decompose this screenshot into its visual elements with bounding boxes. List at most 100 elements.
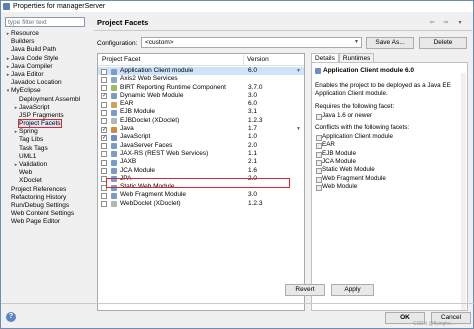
column-divider [243, 55, 244, 65]
tree-item[interactable]: Project References [5, 186, 90, 194]
conflict-item: Web Fragment Module [316, 174, 386, 183]
facet-row[interactable]: Web Fragment Module 3.0 [98, 191, 304, 199]
facet-checkbox[interactable] [101, 118, 107, 125]
facet-version[interactable]: 1.1 [248, 150, 257, 158]
tree-item[interactable]: Web [5, 169, 90, 177]
facet-checkbox[interactable] [101, 192, 107, 199]
facet-icon [111, 76, 117, 83]
java-highlight-box [106, 178, 290, 188]
save-as-button[interactable]: Save As... [366, 37, 414, 49]
tree-item[interactable]: ▸ Validation [5, 161, 90, 169]
facet-checkbox[interactable] [101, 159, 107, 166]
tree-item[interactable]: ▸ Java Editor [5, 71, 90, 79]
facet-icon [111, 168, 117, 175]
facet-row[interactable]: Java 1.7 ▼ [98, 125, 304, 134]
chevron-down-icon: ▼ [354, 39, 359, 45]
facet-row[interactable]: WebDoclet (XDoclet) 1.2.3 [98, 200, 304, 208]
revert-button[interactable]: Revert [285, 284, 325, 296]
chevron-down-icon[interactable]: ▼ [296, 67, 301, 75]
back-arrow-icon[interactable]: ⇦ [426, 17, 438, 27]
facet-row[interactable]: BIRT Reporting Runtime Component 3.7.0 [98, 84, 304, 92]
facet-checkbox[interactable] [101, 134, 107, 142]
facet-icon [111, 126, 117, 133]
menu-icon[interactable]: ▾ [454, 17, 466, 27]
tree-item[interactable]: Task Tags [5, 145, 90, 153]
forward-arrow-icon[interactable]: ⇨ [440, 17, 452, 27]
tree-item[interactable]: Run/Debug Settings [5, 202, 90, 210]
facet-version[interactable]: 2.0 [248, 142, 257, 150]
tree-item[interactable]: Deployment Assembl [5, 96, 90, 104]
vertical-scrollbar[interactable] [461, 73, 466, 310]
tree-item[interactable]: Java Build Path [5, 46, 90, 54]
column-header-version[interactable]: Version [247, 56, 269, 63]
facet-version[interactable]: 6.0 [248, 100, 257, 108]
facet-row[interactable]: Dynamic Web Module 3.0 [98, 92, 304, 100]
configuration-select[interactable]: <custom> ▼ [141, 37, 362, 48]
facet-checkbox[interactable] [101, 201, 107, 208]
column-header-facet[interactable]: Project Facet [102, 56, 140, 63]
facet-checkbox[interactable] [101, 143, 107, 150]
facet-row[interactable]: EJBDoclet (XDoclet) 1.2.3 [98, 117, 304, 125]
tree-item[interactable]: Project Facets [5, 119, 90, 129]
help-icon[interactable]: ? [6, 312, 16, 322]
facet-checkbox[interactable] [101, 92, 107, 100]
tree-item-label: Java Compiler [11, 62, 53, 70]
facet-name: EJBDoclet (XDoclet) [120, 116, 180, 124]
tree-item[interactable]: ▸ Java Code Style [5, 55, 90, 63]
facet-checkbox[interactable] [101, 68, 107, 75]
filter-input[interactable] [5, 17, 85, 27]
tree-item[interactable]: ▸ Spring [5, 128, 90, 136]
tree-item[interactable]: Web Content Settings [5, 210, 90, 218]
facet-row[interactable]: Axis2 Web Services [98, 75, 304, 83]
facet-row[interactable]: JavaServer Faces 2.0 [98, 142, 304, 150]
conflicts-heading: Conflicts with the following facets: [315, 124, 410, 131]
tree-item[interactable]: Web Page Editor [5, 218, 90, 226]
facet-checkbox[interactable] [101, 101, 107, 108]
facet-row[interactable]: EJB Module 3.1 [98, 108, 304, 116]
facet-version[interactable]: 3.0 [248, 191, 257, 199]
tree-item-label: Java Editor [11, 70, 44, 78]
facet-checkbox[interactable] [101, 76, 107, 83]
tree-item[interactable]: Refactoring History [5, 194, 90, 202]
facet-version[interactable]: 1.7 [248, 125, 257, 133]
facet-name: JavaScript [120, 133, 151, 141]
bottom-divider [1, 303, 474, 304]
facet-version[interactable]: 1.2.3 [248, 117, 262, 125]
facet-version[interactable]: 3.0 [248, 92, 257, 100]
facet-row[interactable]: JAX-RS (REST Web Services) 1.1 [98, 150, 304, 158]
facet-checkbox[interactable] [101, 109, 107, 116]
tree-item[interactable]: Builders [5, 38, 90, 46]
details-desc-1: Enables the project to be deployed as a … [315, 82, 451, 89]
chevron-down-icon[interactable]: ▼ [296, 125, 301, 133]
facet-checkbox[interactable] [101, 85, 107, 92]
facet-version[interactable]: 1.2.3 [248, 200, 262, 208]
facet-checkbox[interactable] [101, 126, 107, 134]
facet-version[interactable]: 1.6 [248, 167, 257, 175]
facet-version[interactable]: 1.0 [248, 133, 257, 141]
facet-row[interactable]: JAXB 2.1 [98, 158, 304, 166]
tree-item[interactable]: ▸ JavaScript [5, 104, 90, 112]
tree-item-label: Web Page Editor [11, 218, 61, 226]
facet-version[interactable]: 2.1 [248, 158, 257, 166]
facet-row[interactable]: Application Client module 6.0 ▼ [98, 67, 304, 76]
tree-item-label: Java Code Style [11, 54, 59, 62]
facet-version[interactable]: 3.7.0 [248, 84, 262, 92]
facet-row[interactable]: JavaScript 1.0 [98, 133, 304, 142]
tree-item[interactable]: XDoclet [5, 177, 90, 185]
page-title: Project Facets [97, 18, 149, 27]
facet-version[interactable]: 3.1 [248, 108, 257, 116]
tree-item[interactable]: ▾ MyEclipse [5, 87, 90, 95]
tree-item[interactable]: UML1 [5, 153, 90, 161]
tree-item[interactable]: Javadoc Location [5, 79, 90, 87]
facet-version[interactable]: 6.0 [248, 67, 257, 75]
tree-item[interactable]: ▸ Resource [5, 30, 90, 38]
facet-row[interactable]: JCA Module 1.6 [98, 167, 304, 175]
tree-item[interactable]: JSP Fragments [5, 112, 90, 120]
facet-checkbox[interactable] [101, 151, 107, 158]
facet-row[interactable]: EAR 6.0 [98, 100, 304, 108]
delete-button[interactable]: Delete [419, 37, 467, 49]
tree-item[interactable]: Tag Libs [5, 136, 90, 144]
facet-checkbox[interactable] [101, 168, 107, 175]
tree-item[interactable]: ▸ Java Compiler [5, 63, 90, 71]
apply-button[interactable]: Apply [331, 284, 374, 296]
